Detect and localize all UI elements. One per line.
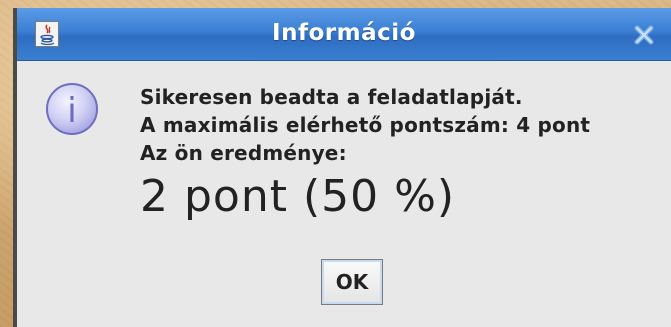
score-text: 2 pont (50 %) [140, 171, 456, 222]
title-bar[interactable]: Információ [17, 8, 671, 61]
close-button[interactable] [631, 22, 657, 48]
info-dialog: Információ i Sikeresen beadta a feladatl… [13, 8, 671, 327]
ok-button[interactable]: OK [321, 259, 383, 305]
window-title: Információ [272, 20, 416, 46]
message-line-1: Sikeresen beadta a feladatlapját. [140, 85, 523, 109]
close-icon [634, 25, 654, 45]
message-line-2: A maximális elérhető pontszám: 4 pont [140, 113, 591, 137]
info-icon-glyph: i [67, 91, 76, 131]
message-area: Sikeresen beadta a feladatlapját. A maxi… [140, 83, 590, 223]
info-icon: i [43, 80, 101, 138]
message-line-3: Az ön eredménye: [140, 141, 347, 165]
